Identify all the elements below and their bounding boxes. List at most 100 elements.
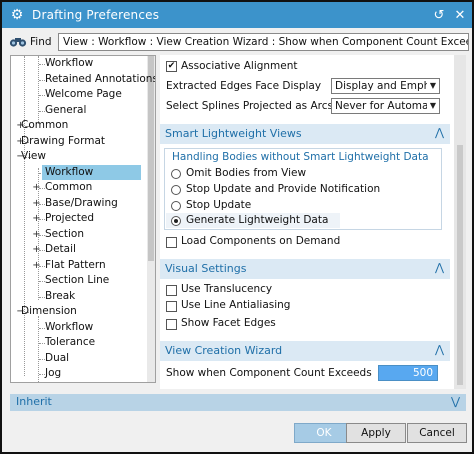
tree-item[interactable]: Jog: [11, 366, 149, 382]
tree-item-label: Tolerance: [45, 336, 96, 348]
title-bar: ⚙ Drafting Preferences ↺ ✕: [2, 2, 472, 28]
tree-item[interactable]: + Section: [11, 227, 149, 243]
handling-bodies-title: Handling Bodies without Smart Lightweigh…: [172, 151, 429, 163]
line-antialiasing-label: Use Line Antialiasing: [181, 299, 291, 311]
tree-item[interactable]: + Common: [11, 180, 149, 196]
associative-alignment-checkbox[interactable]: ✔: [166, 61, 177, 72]
tree-item[interactable]: Break: [11, 289, 149, 305]
inherit-label: Inherit: [16, 395, 52, 408]
tree-item[interactable]: − Dimension: [11, 304, 149, 320]
facet-edges-label: Show Facet Edges: [181, 317, 276, 329]
load-on-demand-label: Load Components on Demand: [181, 235, 341, 247]
find-row: Find View : Workflow : View Creation Wiz…: [8, 33, 469, 51]
tree-item[interactable]: Welcome Page: [11, 87, 149, 103]
stop-update-notify-radio[interactable]: [171, 185, 181, 195]
view-creation-wizard-header[interactable]: View Creation Wizard ⋀: [160, 341, 450, 361]
tree-item-label: Dual: [45, 351, 70, 364]
associative-alignment-label: Associative Alignment: [181, 60, 298, 72]
select-splines-label: Select Splines Projected as Arcs: [166, 100, 333, 112]
visual-settings-header[interactable]: Visual Settings ⋀: [160, 259, 450, 279]
tree-item[interactable]: Workflow: [11, 56, 149, 72]
facet-edges-checkbox[interactable]: [166, 319, 177, 330]
dialog-title: Drafting Preferences: [32, 8, 160, 22]
cancel-button[interactable]: Cancel: [407, 423, 467, 443]
component-count-label: Show when Component Count Exceeds: [166, 367, 372, 379]
tree-item-label: Break: [45, 289, 76, 302]
smart-lightweight-title: Smart Lightweight Views: [165, 127, 302, 140]
tree-item[interactable]: + Projected: [11, 211, 149, 227]
preferences-tree[interactable]: Workflow Retained Annotations Welcome Page…: [10, 55, 156, 383]
select-splines-value: Never for Automatic: [335, 100, 440, 112]
tree-item[interactable]: Workflow: [11, 164, 149, 181]
tree-item[interactable]: − View: [11, 149, 149, 165]
generate-lightweight-label: Generate Lightweight Data: [186, 214, 329, 226]
smart-lightweight-header[interactable]: Smart Lightweight Views ⋀: [160, 124, 450, 144]
close-icon[interactable]: ✕: [450, 5, 470, 25]
select-splines-select[interactable]: Never for Automatic ▼: [331, 98, 440, 114]
tree-item[interactable]: Section Line: [11, 273, 149, 289]
tree-item-label: Welcome Page: [45, 88, 122, 100]
tree-item-label: Detail: [45, 243, 76, 255]
collapse-icon[interactable]: ⋀: [435, 261, 444, 274]
tree-item[interactable]: + Drawing Format: [11, 134, 149, 150]
tree-item-label: Workflow: [45, 57, 94, 69]
tree-item-label: Flat Pattern: [45, 258, 106, 271]
component-count-input[interactable]: 500: [378, 365, 438, 381]
tree-item-label: General: [45, 103, 87, 116]
extracted-edges-label: Extracted Edges Face Display: [166, 80, 322, 92]
extracted-edges-value: Display and Emphasize: [335, 80, 439, 92]
tree-item[interactable]: + Flat Pattern: [11, 258, 149, 274]
ok-button[interactable]: OK: [294, 423, 354, 443]
generate-lightweight-radio[interactable]: [171, 216, 181, 226]
tree-item-label: Jog: [45, 367, 62, 379]
binoculars-icon: [8, 34, 28, 50]
stop-update-label: Stop Update: [186, 199, 252, 211]
gear-icon: ⚙: [10, 7, 24, 23]
stop-update-notify-label: Stop Update and Provide Notification: [186, 183, 381, 195]
find-input[interactable]: View : Workflow : View Creation Wizard :…: [58, 33, 469, 51]
tree-item-label: Section Line: [45, 274, 110, 286]
tree-item[interactable]: + Base/Drawing: [11, 196, 149, 212]
apply-button[interactable]: Apply: [346, 423, 406, 443]
extracted-edges-select[interactable]: Display and Emphasize ▼: [331, 78, 440, 94]
tree-item-label: Drawing Format: [21, 134, 105, 147]
tree-item[interactable]: Dual: [11, 351, 149, 367]
tree-item-label: View: [21, 150, 46, 162]
tree-item-label: Retained Annotations: [45, 72, 156, 85]
tree-item[interactable]: + Common: [11, 118, 149, 134]
omit-bodies-label: Omit Bodies from View: [186, 167, 307, 179]
tree-item-label: Base/Drawing: [45, 196, 118, 209]
expand-icon[interactable]: ⋁: [451, 395, 460, 408]
stop-update-radio[interactable]: [171, 201, 181, 211]
tree-item[interactable]: Tolerance: [11, 335, 149, 351]
settings-scrollbar[interactable]: [454, 55, 466, 389]
use-translucency-label: Use Translucency: [181, 283, 273, 295]
inherit-section[interactable]: Inherit ⋁: [10, 394, 466, 411]
collapse-icon[interactable]: ⋀: [435, 343, 444, 356]
visual-settings-title: Visual Settings: [165, 262, 247, 275]
view-creation-wizard-title: View Creation Wizard: [165, 344, 283, 357]
line-antialiasing-checkbox[interactable]: [166, 301, 177, 312]
settings-panel: ✔ Associative Alignment Extracted Edges …: [160, 55, 462, 389]
omit-bodies-radio[interactable]: [171, 169, 181, 179]
tree-item[interactable]: + Detail: [11, 242, 149, 258]
chevron-down-icon: ▼: [427, 99, 439, 113]
drafting-preferences-dialog: ⚙ Drafting Preferences ↺ ✕ Find View : W…: [0, 0, 474, 454]
chevron-down-icon: ▼: [427, 79, 439, 93]
load-on-demand-checkbox[interactable]: [166, 237, 177, 248]
tree-item-label: Common: [45, 181, 93, 193]
tree-item-label: Dimension: [21, 305, 77, 317]
find-label: Find: [30, 36, 52, 48]
tree-item[interactable]: General: [11, 103, 149, 119]
tree-item-label: Projected: [45, 212, 95, 224]
use-translucency-checkbox[interactable]: [166, 285, 177, 296]
tree-item-label: Section: [45, 227, 85, 240]
collapse-icon[interactable]: ⋀: [435, 126, 444, 139]
reset-icon[interactable]: ↺: [429, 5, 449, 25]
tree-item-label: Workflow: [45, 320, 94, 333]
tree-item[interactable]: Workflow: [11, 320, 149, 336]
tree-item-label: Workflow: [42, 164, 141, 180]
settings-scrollbar-thumb[interactable]: [457, 145, 463, 385]
tree-item[interactable]: Retained Annotations: [11, 72, 155, 88]
tree-item-label: Common: [21, 119, 69, 131]
